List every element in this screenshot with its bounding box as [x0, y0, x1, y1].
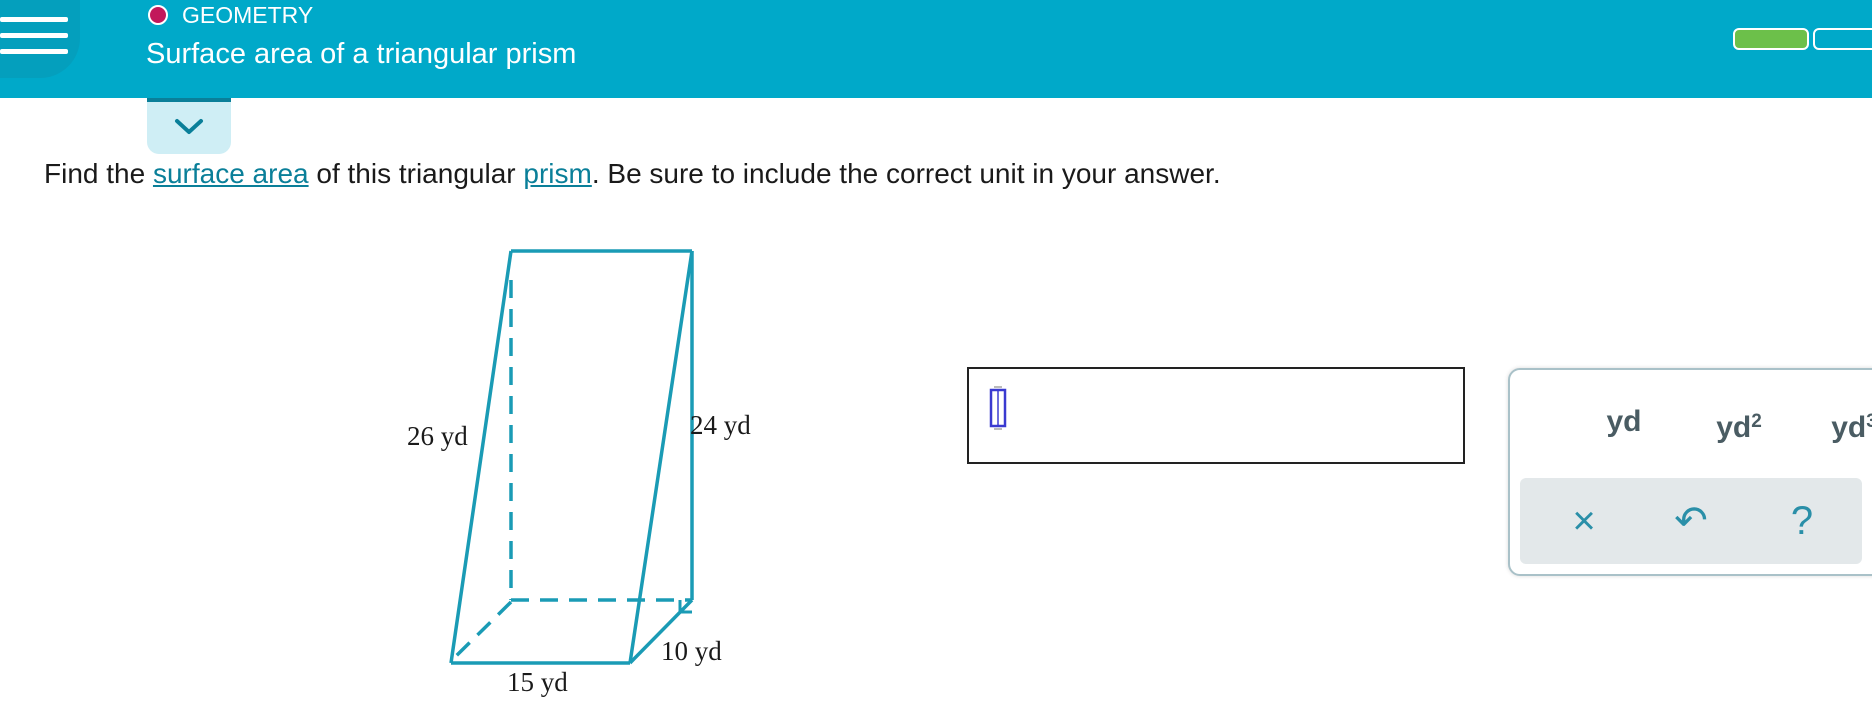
question-prefix: Find the: [44, 158, 153, 189]
left-slant-edge: [449, 250, 513, 664]
progress-indicator: [1733, 28, 1872, 50]
page-title: Surface area of a triangular prism: [146, 38, 577, 70]
surface-area-link[interactable]: surface area: [153, 158, 309, 189]
subject-status-icon: [148, 5, 168, 25]
height-label: 24 yd: [690, 410, 751, 440]
undo-icon: ↶: [1674, 499, 1708, 543]
unit-yd-button[interactable]: yd: [1574, 400, 1674, 444]
question-text: Find the surface area of this triangular…: [44, 158, 1221, 190]
triangular-prism-diagram: 26 yd 24 yd 10 yd 15 yd: [407, 249, 751, 697]
progress-segment-complete: [1733, 28, 1809, 50]
unit-yd3-base: yd: [1831, 411, 1867, 444]
subject-label: GEOMETRY: [148, 2, 313, 28]
undo-button[interactable]: ↶: [1661, 496, 1721, 546]
unit-yd2-exponent: 2: [1751, 411, 1762, 432]
input-cursor-icon: [989, 386, 1007, 430]
slant-label: 26 yd: [407, 421, 468, 451]
unit-yd2-button[interactable]: yd2: [1689, 400, 1789, 444]
question-middle: of this triangular: [308, 158, 524, 189]
menu-button[interactable]: [0, 0, 80, 78]
base-label: 15 yd: [507, 667, 568, 697]
help-icon: ?: [1790, 499, 1814, 543]
unit-yd3-button[interactable]: yd3: [1804, 400, 1872, 444]
subject-text: GEOMETRY: [182, 1, 314, 28]
help-button[interactable]: ?: [1772, 496, 1832, 546]
unit-yd3-exponent: 3: [1866, 411, 1872, 432]
keypad-tools: × ↶ ?: [1520, 478, 1862, 564]
unit-yd2-base: yd: [1716, 411, 1752, 444]
close-icon: ×: [1572, 499, 1596, 543]
depth-label: 10 yd: [661, 636, 722, 666]
unit-keypad: yd yd2 yd3 × ↶ ?: [1508, 368, 1872, 576]
question-suffix: . Be sure to include the correct unit in…: [591, 158, 1221, 189]
clear-button[interactable]: ×: [1554, 496, 1614, 546]
unit-yd-label: yd: [1606, 405, 1642, 438]
top-bar: GEOMETRY Surface area of a triangular pr…: [0, 0, 1872, 98]
prism-link[interactable]: prism: [523, 158, 591, 189]
answer-input[interactable]: [967, 367, 1465, 464]
progress-segment-remaining: [1813, 28, 1872, 50]
collapse-toggle-button[interactable]: [147, 98, 231, 154]
chevron-down-icon: [175, 119, 203, 134]
